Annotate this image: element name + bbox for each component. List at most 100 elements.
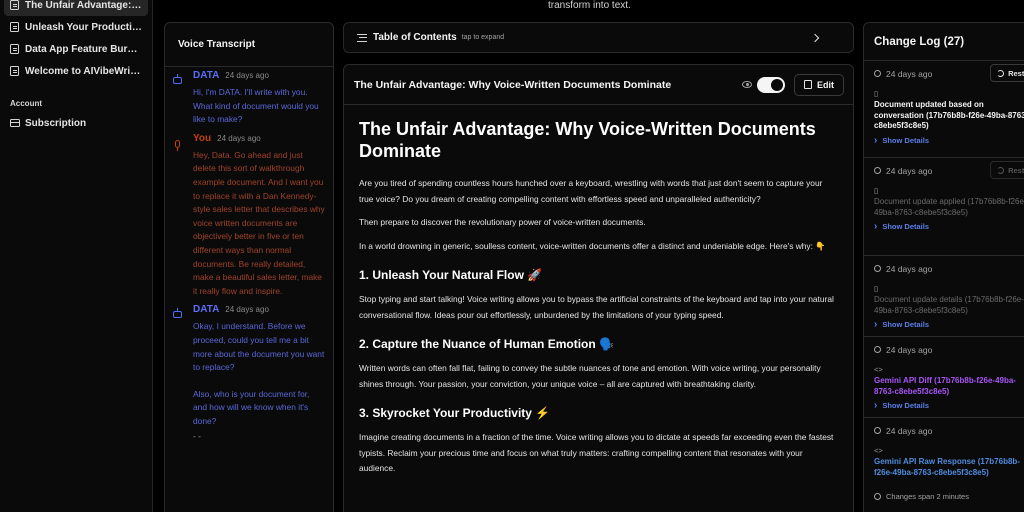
clock-icon (874, 427, 881, 434)
paragraph: Are you tired of spending countless hour… (359, 178, 823, 204)
entry-text: Document updated based on conversation (… (874, 100, 1024, 130)
message-text: Also, who is your document for, and how … (193, 388, 310, 426)
chevron-right-icon[interactable] (810, 33, 820, 42)
paragraph: Imagine creating documents in a fraction… (359, 432, 834, 473)
entry-time: 24 days ago (886, 344, 933, 355)
restore-icon (997, 69, 1005, 77)
document-icon (10, 44, 19, 54)
restore-button[interactable]: Restore (990, 64, 1024, 82)
show-details-link[interactable]: Show Details (874, 316, 1024, 336)
show-details-link[interactable]: Show Details (874, 218, 1024, 238)
clock-icon (874, 346, 881, 353)
clock-icon (874, 70, 881, 77)
bot-avatar (173, 74, 185, 127)
transcript-message: You 24 days ago Hey, Data. Go ahead and … (165, 133, 333, 299)
account-section-title: Account (10, 99, 42, 108)
preview-toggle[interactable] (757, 76, 785, 93)
message-time: 24 days ago (225, 71, 269, 80)
restore-icon (997, 166, 1005, 174)
voice-transcript-title: Voice Transcript (165, 23, 333, 67)
edit-icon (804, 80, 812, 89)
footer-text: Changes span 2 minutes (886, 491, 969, 501)
top-text: transform into text. (548, 0, 631, 11)
sidebar-doc-label: Welcome to AIVibeWriter... (25, 65, 142, 77)
restore-label: Restore (1008, 165, 1024, 175)
document-icon: ▯ (874, 284, 879, 293)
entry-text: Gemini API Raw Response (17b76b8b-f26e-4… (874, 457, 1020, 477)
message-text: Hey, Data. Go ahead and just delete this… (193, 149, 325, 296)
sidebar: The Unfair Advantage: ... Unleash Your P… (0, 0, 153, 512)
section-heading: 2. Capture the Nuance of Human Emotion 🗣… (359, 337, 614, 351)
paragraph: Written words can often fall flat, faili… (359, 363, 821, 389)
transcript-message: DATA 24 days ago Okay, I understand. Bef… (165, 304, 333, 444)
entry-time: 24 days ago (886, 263, 933, 274)
document-content: The Unfair Advantage: Why Voice-Written … (344, 105, 853, 477)
code-icon: <> (874, 365, 883, 374)
sidebar-doc-item[interactable]: The Unfair Advantage: ... (4, 0, 148, 16)
change-log-title: Change Log (27) (864, 23, 1024, 61)
sidebar-item-subscription[interactable]: Subscription (4, 112, 148, 134)
document-icon (10, 0, 19, 10)
user-avatar (173, 139, 185, 299)
sidebar-doc-item[interactable]: Welcome to AIVibeWriter... (4, 60, 148, 82)
edit-button-label: Edit (817, 79, 834, 90)
change-log-entry: 24 days ago ▯ Document update details (1… (864, 256, 1024, 337)
change-log-entry: 24 days ago Restore ▯ Document update ap… (864, 158, 1024, 256)
entry-time: 24 days ago (886, 425, 933, 436)
document-title: The Unfair Advantage: Why Voice-Written … (359, 119, 816, 161)
section-heading: 1. Unleash Your Natural Flow 🚀 (359, 268, 543, 282)
paragraph: In a world drowning in generic, soulless… (359, 240, 826, 251)
change-log-panel: Change Log (27) 24 days ago Restore ▯ Do… (863, 22, 1024, 512)
eye-icon (742, 81, 752, 88)
paragraph: Then prepare to discover the revolutiona… (359, 217, 646, 227)
entry-text: Gemini API Diff (17b76b8b-f26e-49ba-8763… (874, 376, 1016, 396)
document-icon (10, 22, 19, 32)
section-heading: 3. Skyrocket Your Productivity ⚡ (359, 406, 551, 420)
speaker-name: You (193, 132, 212, 144)
transcript-message: DATA 24 days ago Hi, I'm DATA. I'll writ… (165, 70, 333, 127)
change-log-entry: 24 days ago <> Gemini API Raw Response (… (864, 418, 1024, 482)
code-icon: <> (874, 446, 883, 455)
entry-time: 24 days ago (886, 68, 933, 79)
bot-icon (173, 74, 182, 84)
clock-icon (874, 492, 881, 500)
table-of-contents-bar[interactable]: Table of Contents tap to expand (343, 22, 854, 53)
document-header-title: The Unfair Advantage: Why Voice-Written … (354, 78, 672, 91)
message-time: 24 days ago (217, 133, 261, 143)
clock-icon (874, 167, 881, 174)
clock-icon (874, 265, 881, 272)
change-log-entry: 24 days ago <> Gemini API Diff (17b76b8b… (864, 337, 1024, 418)
message-text: - - (193, 431, 201, 442)
document-panel: The Unfair Advantage: Why Voice-Written … (343, 64, 854, 512)
sidebar-doc-label: Data App Feature Burndo... (25, 43, 142, 55)
sidebar-doc-label: The Unfair Advantage: ... (25, 0, 142, 11)
document-icon: ▯ (874, 89, 879, 98)
show-details-link[interactable]: Show Details (874, 132, 1024, 152)
credit-card-icon (10, 119, 20, 127)
speaker-name: DATA (193, 304, 220, 316)
document-icon (10, 66, 19, 76)
restore-label: Restore (1008, 68, 1024, 78)
sidebar-doc-item[interactable]: Data App Feature Burndo... (4, 38, 148, 60)
paragraph: Stop typing and start talking! Voice wri… (359, 294, 834, 320)
speaker-name: DATA (193, 70, 220, 81)
entry-text: Document update details (17b76b8b-f26e-4… (874, 295, 1024, 315)
message-text: Hi, I'm DATA. I'll write with you. What … (193, 87, 319, 125)
microphone-icon (175, 139, 180, 151)
change-log-footer: Changes span 2 minutes (864, 490, 1024, 502)
message-text: Okay, I understand. Before we proceed, c… (193, 321, 325, 373)
toc-hint: tap to expand (461, 34, 505, 41)
entry-text: Document update applied (17b76b8b-f26e-4… (874, 197, 1024, 217)
message-time: 24 days ago (225, 305, 269, 315)
sidebar-doc-item[interactable]: Unleash Your Productivit... (4, 16, 148, 38)
entry-time: 24 days ago (886, 165, 933, 176)
list-icon (357, 33, 367, 42)
change-log-entry: 24 days ago Restore ▯ Document updated b… (864, 61, 1024, 158)
bot-icon (173, 308, 182, 319)
edit-button[interactable]: Edit (794, 73, 844, 96)
sidebar-doc-label: Unleash Your Productivit... (25, 21, 142, 33)
voice-transcript-panel: Voice Transcript DATA 24 days ago Hi, I'… (164, 22, 334, 512)
show-details-link[interactable]: Show Details (874, 397, 1024, 417)
restore-button[interactable]: Restore (990, 161, 1024, 179)
bot-avatar (173, 308, 185, 444)
